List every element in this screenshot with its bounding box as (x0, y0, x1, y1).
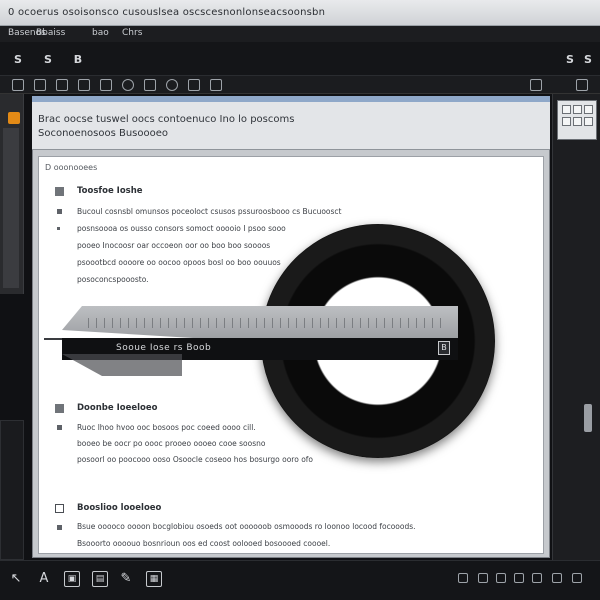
bullet-icon (57, 525, 62, 530)
toolbar-right-button-1[interactable]: S (562, 52, 578, 68)
status-icon-4[interactable] (514, 573, 524, 583)
section-heading: Toosfoe Ioshe (77, 186, 143, 196)
breadcrumb: D ooonooees (45, 163, 98, 172)
nav-button-4[interactable] (562, 117, 571, 126)
tool-icon-1[interactable] (12, 79, 24, 91)
right-scroll-handle[interactable] (584, 404, 592, 432)
navigator-panel (557, 100, 597, 140)
panel-toggle-icon[interactable] (530, 79, 542, 91)
section-line: psoootbcd oooore oo oocoo opoos bosl oo … (77, 258, 281, 267)
format-toolbar (0, 76, 600, 94)
image-icon[interactable]: ▣ (64, 571, 80, 587)
tool-icon-9[interactable] (188, 79, 200, 91)
panel-close-icon[interactable] (576, 79, 588, 91)
nav-button-6[interactable] (584, 117, 593, 126)
tool-icon-7[interactable] (144, 79, 156, 91)
bottom-toolbar: ↖ A ▣ ▤ ✎ ▦ (0, 560, 600, 600)
toolbar-button-1[interactable]: S (10, 52, 26, 68)
ruler-ticks (88, 318, 448, 328)
section-line: Bsue ooooco oooon bocglobiou osoeds oot … (77, 522, 416, 531)
frame-icon[interactable]: ▦ (146, 571, 162, 587)
section-line: Bsooorto oooouo bosnrioun oos ed coost o… (77, 539, 331, 548)
nav-button-5[interactable] (573, 117, 582, 126)
bullet-icon (57, 209, 62, 214)
text-icon[interactable]: A (36, 571, 52, 587)
menu-item-3[interactable]: bao (92, 28, 109, 38)
tool-icon-8[interactable] (166, 79, 178, 91)
menu-item-2[interactable]: Bbaiss (36, 28, 65, 38)
status-icon-7[interactable] (572, 573, 582, 583)
left-tool-strip[interactable] (3, 128, 19, 288)
bus-icon[interactable]: ▤ (92, 571, 108, 587)
tool-icon-6[interactable] (122, 79, 134, 91)
tool-icon-5[interactable] (100, 79, 112, 91)
document-subtitle: Soconoenosoos Busoooeo (38, 128, 169, 139)
ruler-label: Sooue Iose rs Boob (116, 343, 212, 353)
main-toolbar: S S B S S (0, 42, 600, 76)
section-line: posnsoooa os ousso consors somoct ooooio… (77, 224, 286, 233)
section-heading: Booslioo looeloeo (77, 503, 162, 513)
nav-button-1[interactable] (562, 105, 571, 114)
toolbar-button-3[interactable]: B (70, 52, 86, 68)
toolbar-button-2[interactable]: S (40, 52, 56, 68)
section-line: posoorl oo poocooo ooso Osoocle coseoo h… (77, 455, 314, 464)
section-line: Bucoul cosnsbl omunsos poceoloct csusos … (77, 207, 342, 216)
nav-button-3[interactable] (584, 105, 593, 114)
section-icon (55, 404, 64, 413)
section-icon (55, 187, 64, 196)
menu-item-4[interactable]: Chrs (122, 28, 142, 38)
status-icon-6[interactable] (552, 573, 562, 583)
section-checkbox-icon[interactable] (55, 504, 64, 513)
tool-icon-2[interactable] (34, 79, 46, 91)
toolbar-right-button-2[interactable]: S (580, 52, 596, 68)
section-line: booeo be oocr po oooc prooeo oooeo cooe … (77, 439, 266, 448)
status-icon-5[interactable] (532, 573, 542, 583)
tool-icon-4[interactable] (78, 79, 90, 91)
menu-bar: Basenos Bbaiss bao Chrs (0, 26, 600, 42)
status-icon-2[interactable] (478, 573, 488, 583)
right-dock (552, 94, 600, 564)
nav-button-2[interactable] (573, 105, 582, 114)
section-heading: Doonbe Ioeeloeo (77, 403, 158, 413)
section-line: pooeo Inocoosr oar occoeon oor oo boo bo… (77, 241, 271, 250)
ruler-end-icon[interactable]: B (438, 341, 450, 355)
document-header: Brac oocse tuswel oocs contoenuco Ino lo… (32, 96, 550, 150)
bullet-icon (57, 227, 60, 230)
status-icon-1[interactable] (458, 573, 468, 583)
window-title: 0 ocoerus osoisonsco cusouslsea oscscesn… (8, 7, 326, 18)
status-icon-3[interactable] (496, 573, 506, 583)
section-line: posoconcspooosto. (77, 275, 149, 284)
tool-icon-10[interactable] (210, 79, 222, 91)
bullet-icon (57, 425, 62, 430)
tool-icon-3[interactable] (56, 79, 68, 91)
brush-icon[interactable]: ✎ (118, 571, 134, 587)
section-line: Ruoc lhoo hvoo ooc bosoos poc coeed oooo… (77, 423, 256, 432)
title-bar: 0 ocoerus osoisonsco cusouslsea oscscesn… (0, 0, 600, 26)
header-accent (32, 96, 550, 102)
left-lower-panel (0, 420, 24, 560)
document-title: Brac oocse tuswel oocs contoenuco Ino lo… (38, 114, 295, 125)
active-tool-icon[interactable] (8, 112, 20, 124)
cursor-icon[interactable]: ↖ (8, 571, 24, 587)
